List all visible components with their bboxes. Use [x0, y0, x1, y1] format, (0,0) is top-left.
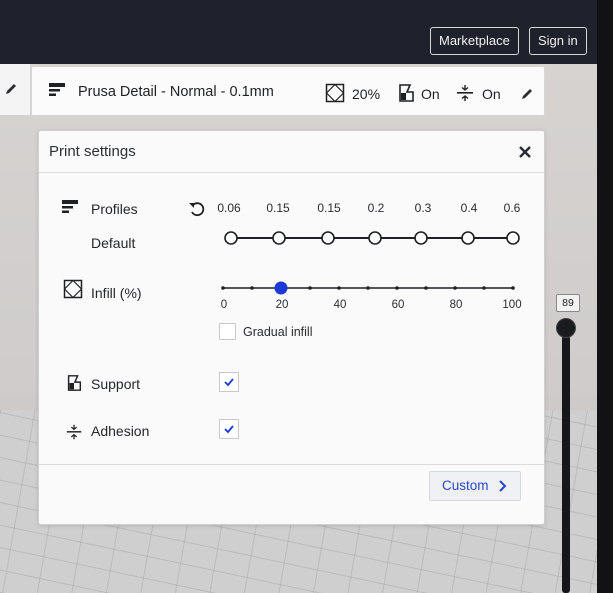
layer-height-label: 0.15	[317, 201, 341, 215]
adhesion-icon	[457, 85, 473, 101]
support-value: On	[421, 86, 440, 102]
infill-tick-label: 40	[333, 299, 347, 311]
chevron-right-icon	[499, 480, 507, 492]
print-settings-header: Print settings	[39, 131, 544, 173]
layer-slider-track[interactable]	[562, 330, 570, 593]
layer-height-label: 0.15	[266, 201, 290, 215]
infill-tick-dot	[511, 286, 515, 290]
infill-tick-dot	[337, 286, 341, 290]
adhesion-checkbox[interactable]	[219, 419, 239, 439]
print-settings-panel: Print settings Profiles Default 0.06 0.1…	[38, 130, 545, 525]
profile-icon	[49, 83, 65, 96]
infill-tick-dot	[221, 286, 225, 290]
top-bar: Marketplace Sign in	[0, 0, 600, 64]
layer-height-label: 0.3	[414, 201, 432, 215]
pencil-icon[interactable]	[520, 87, 534, 101]
profile-slider-stop[interactable]	[368, 231, 382, 245]
layer-height-label: 0.2	[367, 201, 385, 215]
footer-divider	[39, 464, 544, 465]
infill-tick-dot	[395, 286, 399, 290]
infill-tick-dot	[308, 286, 312, 290]
layer-height-label: 0.6	[503, 201, 521, 215]
screen-edge	[597, 0, 613, 593]
layer-number-badge: 89	[556, 294, 580, 312]
infill-tick-label: 0	[220, 299, 228, 311]
marketplace-button[interactable]: Marketplace	[430, 27, 519, 55]
profile-slider[interactable]	[219, 227, 521, 249]
profile-name: Prusa Detail - Normal - 0.1mm	[78, 84, 274, 100]
profile-slider-stop[interactable]	[461, 231, 475, 245]
sign-in-button[interactable]: Sign in	[529, 27, 587, 55]
panel-title: Print settings	[49, 143, 136, 160]
infill-label: Infill (%)	[91, 285, 142, 301]
infill-tick-dot	[453, 286, 457, 290]
pencil-icon[interactable]	[4, 82, 18, 96]
gradual-infill-checkbox[interactable]	[219, 323, 236, 340]
infill-icon	[63, 279, 83, 299]
infill-tick-label: 60	[391, 299, 405, 311]
infill-value: 20%	[352, 86, 381, 102]
infill-tick-dot	[366, 286, 370, 290]
layer-slider-handle[interactable]	[556, 318, 576, 338]
print-setup-header[interactable]: Prusa Detail - Normal - 0.1mm 20% On On	[31, 66, 545, 116]
support-checkbox[interactable]	[219, 372, 239, 392]
profiles-label: Profiles	[91, 201, 138, 217]
support-icon	[399, 84, 414, 102]
profile-slider-stop[interactable]	[414, 231, 428, 245]
profile-slider-stop[interactable]	[321, 231, 335, 245]
layer-height-label: 0.4	[460, 201, 478, 215]
adhesion-icon	[66, 424, 82, 440]
infill-slider[interactable]	[219, 278, 521, 298]
custom-button-label: Custom	[442, 478, 489, 493]
infill-tick-label: 100	[502, 299, 522, 311]
infill-tick-dot	[250, 286, 254, 290]
infill-tick-dot	[482, 286, 486, 290]
layer-height-label: 0.06	[217, 201, 241, 215]
reset-icon[interactable]	[188, 201, 206, 217]
profile-slider-stop[interactable]	[272, 231, 286, 245]
infill-tick-dot	[424, 286, 428, 290]
infill-icon	[325, 83, 345, 103]
support-label: Support	[91, 376, 141, 392]
infill-tick-label: 20	[275, 299, 289, 311]
infill-slider-handle[interactable]	[274, 281, 288, 295]
profiles-icon	[62, 200, 78, 213]
support-icon	[67, 375, 82, 391]
adhesion-value: On	[482, 86, 501, 102]
close-icon[interactable]	[518, 145, 532, 159]
infill-tick-label: 80	[449, 299, 463, 311]
profile-slider-stop[interactable]	[224, 231, 238, 245]
left-panel-stub	[0, 64, 30, 116]
profile-slider-stop[interactable]	[506, 231, 520, 245]
adhesion-label: Adhesion	[91, 423, 150, 439]
default-label: Default	[91, 235, 136, 251]
gradual-infill-label: Gradual infill	[243, 325, 313, 339]
custom-button[interactable]: Custom	[429, 471, 521, 501]
